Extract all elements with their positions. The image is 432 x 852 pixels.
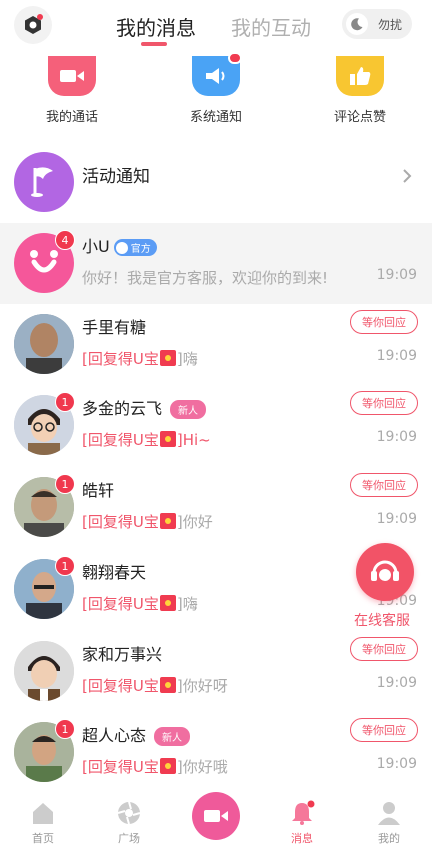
message-time: 19:09	[376, 348, 417, 364]
speaker-icon	[192, 52, 242, 96]
conversation-row[interactable]: 手里有糖 等你回应 [回复得U宝]嗨 19:09	[0, 304, 432, 385]
awaiting-reply-button[interactable]: 等你回应	[350, 391, 418, 415]
contact-name: 翱翔春天	[82, 563, 147, 582]
nav-label: 我的	[378, 832, 400, 845]
message-time: 19:09	[376, 675, 417, 691]
activity-label: 活动通知	[82, 167, 150, 187]
contact-name: 家和万事兴	[82, 645, 163, 664]
tab-my-messages[interactable]: 我的消息	[116, 12, 196, 41]
contact-name: 手里有糖	[82, 318, 147, 337]
unread-badge: 4	[55, 230, 75, 250]
unread-badge: 1	[55, 474, 75, 494]
quick-label: 评论点赞	[333, 110, 386, 125]
nav-messages[interactable]: 消息	[272, 794, 332, 846]
video-icon	[48, 56, 96, 96]
conversation-row[interactable]: 家和万事兴 等你回应 [回复得U宝]你好呀 19:09	[0, 631, 432, 712]
user-icon	[376, 800, 402, 826]
message-time: 19:09	[376, 756, 417, 772]
thumbs-up-icon	[336, 56, 384, 96]
conversation-row[interactable]: 1 超人心态 新人 等你回应 [回复得U宝]你好哦 19:09	[0, 712, 432, 793]
conversation-row[interactable]: 4 小U 官方 你好！我是官方客服，欢迎你的到来! 19:09	[0, 223, 432, 304]
avatar	[14, 314, 74, 374]
message-time: 19:09	[376, 429, 417, 445]
chevron-right-icon	[403, 169, 412, 183]
quick-label: 系统通知	[189, 110, 242, 125]
quick-system-notice[interactable]: 系统通知	[156, 52, 276, 125]
awaiting-reply-button[interactable]: 等你回应	[350, 718, 418, 742]
online-service-label[interactable]: 在线客服	[354, 610, 410, 630]
awaiting-reply-button[interactable]: 等你回应	[350, 637, 418, 661]
contact-name: 多金的云飞 新人	[82, 395, 207, 419]
contact-name: 皓轩	[82, 481, 115, 500]
message-preview: 你好！我是官方客服，欢迎你的到来!	[82, 269, 329, 287]
bell-icon	[289, 800, 315, 826]
notice-dot	[228, 52, 242, 64]
conversation-row[interactable]: 1 皓轩 等你回应 [回复得U宝]你好 19:09	[0, 467, 432, 548]
nav-square[interactable]: 广场	[99, 794, 159, 846]
unread-badge: 1	[55, 719, 75, 739]
nav-label: 消息	[291, 832, 313, 845]
contact-name: 小U 官方	[82, 233, 157, 257]
home-icon	[30, 800, 56, 826]
message-time: 19:09	[376, 511, 417, 527]
flag-icon	[14, 152, 74, 212]
awaiting-reply-button[interactable]: 等你回应	[350, 310, 418, 334]
message-preview: [回复得U宝]Hi~	[82, 431, 211, 449]
unread-badge: 1	[55, 556, 75, 576]
contact-name: 超人心态 新人	[82, 722, 191, 746]
dnd-label: 勿扰	[378, 17, 403, 32]
newcomer-tag: 新人	[170, 400, 207, 419]
message-time: 19:09	[376, 267, 417, 283]
red-packet-icon	[159, 758, 176, 774]
unread-badge: 1	[55, 392, 75, 412]
camera-button[interactable]	[14, 6, 52, 44]
official-tag: 官方	[113, 239, 157, 256]
quick-comments-likes[interactable]: 评论点赞	[300, 56, 420, 125]
awaiting-reply-button[interactable]: 等你回应	[350, 473, 418, 497]
message-preview: [回复得U宝]你好哦	[82, 758, 228, 776]
video-icon	[204, 810, 228, 822]
bottom-nav: 首页 广场 消息 我的	[0, 792, 432, 852]
message-preview: [回复得U宝]嗨	[82, 350, 198, 368]
aperture-icon	[116, 800, 142, 826]
camera-lens-icon	[25, 14, 43, 34]
red-packet-icon	[159, 595, 176, 611]
active-tab-indicator	[141, 42, 167, 46]
activity-notice-row[interactable]: 活动通知	[0, 142, 432, 222]
avatar	[14, 641, 74, 701]
top-bar: 我的消息 我的互动 勿扰	[0, 0, 432, 48]
video-call-button[interactable]	[192, 792, 240, 840]
tab-my-interactions[interactable]: 我的互动	[231, 12, 311, 41]
red-packet-icon	[159, 677, 176, 693]
moon-icon	[346, 13, 368, 35]
newcomer-tag: 新人	[154, 727, 191, 746]
nav-label: 广场	[118, 832, 140, 845]
nav-label: 首页	[32, 832, 54, 845]
quick-my-calls[interactable]: 我的通话	[12, 56, 132, 125]
message-preview: [回复得U宝]你好	[82, 513, 213, 531]
quick-label: 我的通话	[45, 110, 98, 125]
do-not-disturb-toggle[interactable]: 勿扰	[342, 9, 412, 39]
headset-icon	[371, 560, 399, 581]
red-packet-icon	[159, 513, 176, 529]
message-preview: [回复得U宝]嗨	[82, 595, 198, 613]
online-service-button[interactable]	[356, 543, 414, 601]
red-packet-icon	[159, 350, 176, 366]
nav-home[interactable]: 首页	[13, 794, 73, 846]
nav-me[interactable]: 我的	[359, 794, 419, 846]
red-packet-icon	[159, 431, 176, 447]
message-preview: [回复得U宝]你好呀	[82, 677, 228, 695]
conversation-row[interactable]: 1 多金的云飞 新人 等你回应 [回复得U宝]Hi~ 19:09	[0, 385, 432, 466]
